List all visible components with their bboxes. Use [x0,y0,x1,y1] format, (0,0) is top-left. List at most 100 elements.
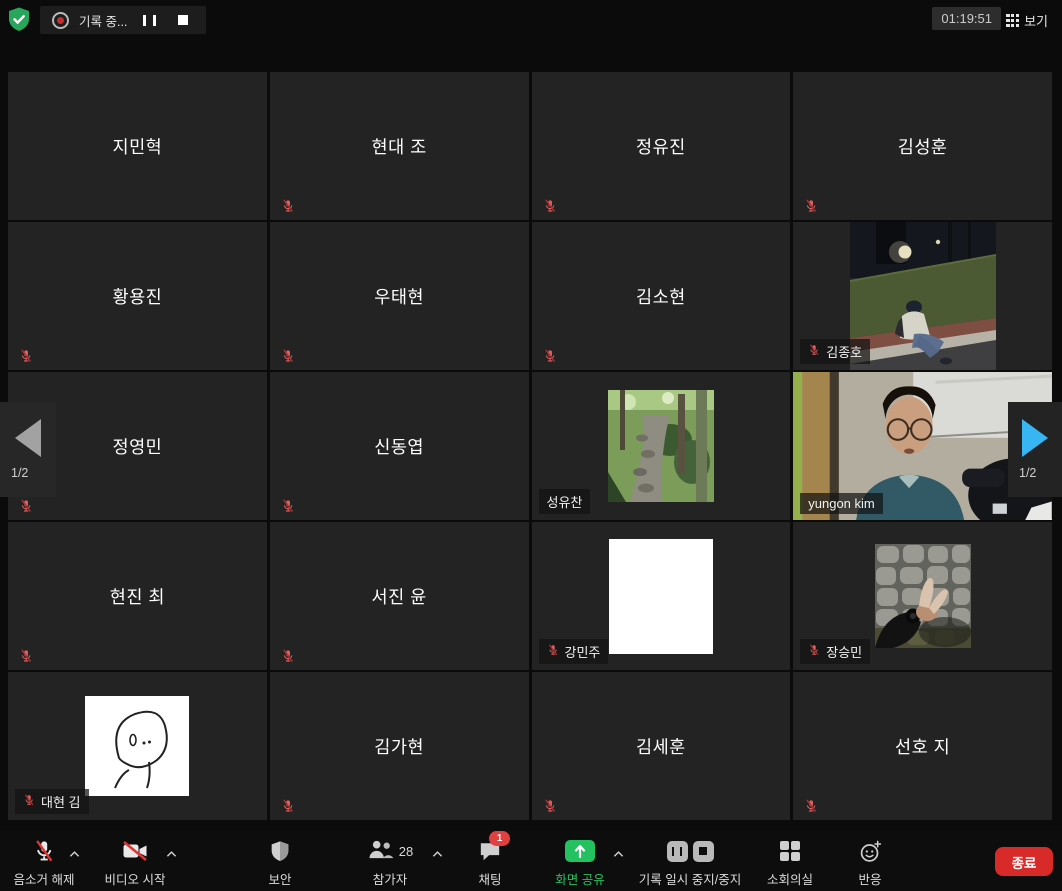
recording-controls-button[interactable]: 기록 일시 중지/중지 [632,839,748,888]
previous-arrow-icon [15,419,41,457]
chat-button[interactable]: 1 채팅 [458,839,522,888]
participant-name: 김가현 [270,672,529,820]
muted-mic-icon [23,794,35,809]
muted-mic-icon [543,349,557,363]
video-grid: 지민혁 현대 조 정유진 [8,72,1052,820]
muted-mic-icon [808,344,820,359]
muted-mic-icon [804,199,818,213]
top-bar: 기록 중... 01:19:51 보기 [0,0,1062,46]
participant-tile[interactable]: 김가현 [270,672,529,820]
participant-tile[interactable]: 강민주 [532,522,791,670]
page-indicator-right: 1/2 [1019,466,1036,480]
breakout-rooms-label: 소회의실 [767,869,813,888]
participant-name: 김성훈 [793,72,1052,220]
video-options-chevron[interactable] [164,848,179,860]
participant-tile[interactable]: 장승민 [793,522,1052,670]
stop-recording-icon[interactable] [693,841,714,862]
participant-name: 김소현 [532,222,791,370]
participant-tile[interactable]: 김종호 [793,222,1052,370]
muted-mic-icon [547,644,559,659]
participant-avatar-image [875,544,971,648]
muted-mic-icon [281,799,295,813]
pause-recording-icon[interactable] [667,841,688,862]
shield-check-icon [6,6,32,35]
participant-tile[interactable]: 정유진 [532,72,791,220]
start-video-button[interactable]: 비디오 시작 [93,839,177,888]
participant-avatar-image [609,539,713,654]
participant-name: 장승민 [826,642,862,661]
participant-name: 서진 윤 [270,522,529,670]
chat-label: 채팅 [478,869,501,888]
participant-tile[interactable]: 김소현 [532,222,791,370]
muted-mic-icon [808,644,820,659]
participants-options-chevron[interactable] [430,848,445,860]
participant-avatar-image [85,696,189,796]
muted-mic-icon [19,649,33,663]
participant-tile[interactable]: 지민혁 [8,72,267,220]
mic-muted-icon [33,839,55,863]
participant-tile[interactable]: 현대 조 [270,72,529,220]
participant-label: 대현 김 [15,789,89,814]
participant-name: 강민주 [565,642,601,661]
end-meeting-button[interactable]: 종료 [995,847,1053,876]
unmute-button[interactable]: 음소거 해제 [2,839,86,888]
share-screen-button[interactable]: 화면 공유 [542,839,618,888]
muted-mic-icon [19,499,33,513]
meeting-timer: 01:19:51 [932,7,1001,30]
pause-icon [143,15,156,26]
record-icon [52,12,69,29]
recording-indicator: 기록 중... [40,6,206,34]
audio-options-chevron[interactable] [67,848,82,860]
recording-label: 기록 중... [79,11,127,30]
muted-mic-icon [281,349,295,363]
view-button[interactable]: 보기 [1000,10,1054,31]
pause-recording-button[interactable] [137,11,162,30]
security-button[interactable]: 보안 [248,839,312,888]
participant-label: 장승민 [800,639,870,664]
stop-recording-button[interactable] [172,11,194,29]
participants-icon [367,839,394,863]
breakout-rooms-button[interactable]: 소회의실 [756,839,824,888]
muted-mic-icon [543,199,557,213]
security-label: 보안 [268,869,291,888]
share-options-chevron[interactable] [611,848,626,860]
participant-name: 대현 김 [41,792,81,811]
muted-mic-icon [543,799,557,813]
participant-label: yungon kim [800,493,882,514]
next-arrow-icon [1022,419,1048,457]
muted-mic-icon [281,199,295,213]
gallery-view-icon [1006,14,1019,27]
participant-tile[interactable]: 황용진 [8,222,267,370]
participant-tile[interactable]: 우태현 [270,222,529,370]
participant-name: 우태현 [270,222,529,370]
unmute-label: 음소거 해제 [14,869,75,888]
muted-mic-icon [804,799,818,813]
participants-count: 28 [399,844,413,859]
page-indicator-left: 1/2 [11,466,28,480]
participant-tile[interactable]: 성유찬 [532,372,791,520]
reactions-smiley-icon [859,839,882,863]
participant-tile[interactable]: 김성훈 [793,72,1052,220]
next-page-button[interactable]: 1/2 [1008,402,1062,497]
breakout-rooms-icon [780,839,801,863]
participant-tile[interactable]: 대현 김 [8,672,267,820]
participant-name: 김종호 [826,342,862,361]
reactions-label: 반응 [858,869,881,888]
participant-name: 현진 최 [8,522,267,670]
participants-button[interactable]: 28 참가자 [352,839,428,888]
participant-name: 정유진 [532,72,791,220]
participant-tile[interactable]: 신동엽 [270,372,529,520]
participant-tile[interactable]: 김세훈 [532,672,791,820]
reactions-button[interactable]: 반응 [838,839,902,888]
view-button-label: 보기 [1024,11,1048,30]
meeting-info-shield-button[interactable] [6,6,32,35]
muted-mic-icon [19,349,33,363]
participant-tile[interactable]: 서진 윤 [270,522,529,670]
participant-tile[interactable]: 현진 최 [8,522,267,670]
participant-tile[interactable]: 선호 지 [793,672,1052,820]
stop-icon [178,15,188,25]
participant-name: 성유찬 [547,492,583,511]
previous-page-button[interactable]: 1/2 [0,402,56,497]
toolbar: 음소거 해제 비디오 시작 [0,830,1062,891]
participants-label: 참가자 [373,869,408,888]
